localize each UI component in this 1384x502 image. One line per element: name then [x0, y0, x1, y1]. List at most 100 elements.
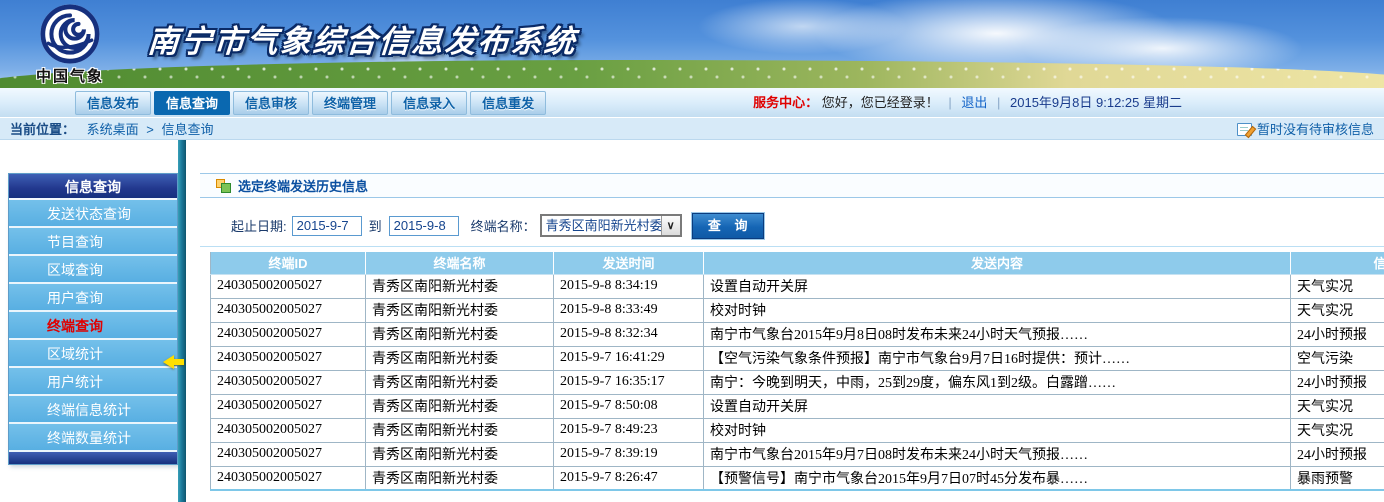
sidebar-item-区域统计[interactable]: 区域统计: [9, 340, 177, 368]
cell-发送时间: 2015-9-7 8:50:08: [554, 394, 704, 418]
table-header-row: 终端ID终端名称发送时间发送内容信息位: [211, 252, 1384, 274]
cell-终端名称: 青秀区南阳新光村委: [366, 322, 554, 346]
separator: |: [948, 95, 951, 110]
cell-发送时间: 2015-9-8 8:32:34: [554, 322, 704, 346]
cell-信息位: 天气实况: [1291, 274, 1384, 298]
tab-终端管理[interactable]: 终端管理: [312, 91, 388, 115]
cell-终端名称: 青秀区南阳新光村委: [366, 466, 554, 490]
tab-信息查询[interactable]: 信息查询: [154, 91, 230, 115]
cell-发送内容: 校对时钟: [704, 298, 1291, 322]
cell-信息位: 天气实况: [1291, 298, 1384, 322]
cell-信息位: 天气实况: [1291, 394, 1384, 418]
note-pencil-icon: [1237, 123, 1252, 136]
sidebar-item-用户查询[interactable]: 用户查询: [9, 284, 177, 312]
filter-row: 起止日期: 到 终端名称： 青秀区南阳新光村委 ∨ 查 询: [200, 205, 1384, 247]
breadcrumb-label: 当前位置：: [10, 122, 75, 137]
cell-信息位: 空气污染: [1291, 346, 1384, 370]
table-row[interactable]: 240305002005027青秀区南阳新光村委2015-9-7 8:49:23…: [211, 418, 1384, 442]
cell-信息位: 暴雨预警: [1291, 466, 1384, 490]
cascade-windows-icon: [216, 179, 231, 193]
table-row[interactable]: 240305002005027青秀区南阳新光村委2015-9-8 8:34:19…: [211, 274, 1384, 298]
cell-发送内容: 设置自动开关屏: [704, 394, 1291, 418]
cell-发送内容: 设置自动开关屏: [704, 274, 1291, 298]
cell-终端ID: 240305002005027: [211, 298, 366, 322]
sidebar-item-节目查询[interactable]: 节目查询: [9, 228, 177, 256]
column-header-终端ID: 终端ID: [211, 252, 366, 274]
icon-front-square: [221, 183, 231, 193]
terminal-select[interactable]: 青秀区南阳新光村委 ∨: [540, 214, 682, 237]
table-row[interactable]: 240305002005027青秀区南阳新光村委2015-9-8 8:33:49…: [211, 298, 1384, 322]
pending-review-notice: 暂时没有待审核信息: [1237, 118, 1374, 140]
table-row[interactable]: 240305002005027青秀区南阳新光村委2015-9-7 8:26:47…: [211, 466, 1384, 490]
cell-发送时间: 2015-9-8 8:33:49: [554, 298, 704, 322]
to-label: 到: [369, 216, 382, 235]
grass-field-image: [0, 60, 1384, 88]
table-row[interactable]: 240305002005027青秀区南阳新光村委2015-9-7 8:39:19…: [211, 442, 1384, 466]
panel-header: 选定终端发送历史信息: [200, 173, 1384, 198]
cell-终端名称: 青秀区南阳新光村委: [366, 370, 554, 394]
cell-发送内容: 【预警信号】南宁市气象台2015年9月7日07时45分发布暴……: [704, 466, 1291, 490]
cell-信息位: 24小时预报: [1291, 442, 1384, 466]
current-datetime: 2015年9月8日 9:12:25 星期二: [1010, 95, 1182, 110]
chevron-down-icon[interactable]: ∨: [661, 216, 680, 235]
cell-发送时间: 2015-9-7 16:41:29: [554, 346, 704, 370]
cell-终端ID: 240305002005027: [211, 346, 366, 370]
terminal-select-value: 青秀区南阳新光村委: [542, 216, 661, 235]
cell-发送内容: 校对时钟: [704, 418, 1291, 442]
column-header-终端名称: 终端名称: [366, 252, 554, 274]
breadcrumb-root[interactable]: 系统桌面: [87, 122, 139, 137]
cell-信息位: 天气实况: [1291, 418, 1384, 442]
cell-发送时间: 2015-9-8 8:34:19: [554, 274, 704, 298]
cell-终端ID: 240305002005027: [211, 418, 366, 442]
cell-终端ID: 240305002005027: [211, 322, 366, 346]
sidebar-item-用户统计[interactable]: 用户统计: [9, 368, 177, 396]
terminal-name-label: 终端名称：: [471, 216, 536, 235]
tab-信息发布[interactable]: 信息发布: [75, 91, 151, 115]
page: 中国气象 南宁市气象综合信息发布系统 信息发布信息查询信息审核终端管理信息录入信…: [0, 0, 1384, 502]
collapse-arrow-icon[interactable]: [163, 355, 184, 369]
table-row[interactable]: 240305002005027青秀区南阳新光村委2015-9-8 8:32:34…: [211, 322, 1384, 346]
sidebar-item-终端数量统计[interactable]: 终端数量统计: [9, 424, 177, 452]
cell-终端名称: 青秀区南阳新光村委: [366, 418, 554, 442]
service-center-label: 服务中心：: [753, 95, 818, 110]
cell-信息位: 24小时预报: [1291, 370, 1384, 394]
sidebar-item-终端信息统计[interactable]: 终端信息统计: [9, 396, 177, 424]
tab-信息录入[interactable]: 信息录入: [391, 91, 467, 115]
cell-终端名称: 青秀区南阳新光村委: [366, 394, 554, 418]
sidebar-menu: 信息查询 发送状态查询节目查询区域查询用户查询终端查询区域统计用户统计终端信息统…: [8, 173, 178, 465]
site-title: 南宁市气象综合信息发布系统: [146, 16, 578, 61]
cell-发送内容: 【空气污染气象条件预报】南宁市气象台9月7日16时提供：预计……: [704, 346, 1291, 370]
cell-终端名称: 青秀区南阳新光村委: [366, 274, 554, 298]
cell-发送内容: 南宁市气象台2015年9月7日08时发布未来24小时天气预报……: [704, 442, 1291, 466]
table-row[interactable]: 240305002005027青秀区南阳新光村委2015-9-7 8:50:08…: [211, 394, 1384, 418]
sidebar-title: 信息查询: [9, 174, 177, 200]
cell-终端ID: 240305002005027: [211, 274, 366, 298]
query-button[interactable]: 查 询: [692, 213, 764, 239]
sidebar-item-区域查询[interactable]: 区域查询: [9, 256, 177, 284]
cell-终端ID: 240305002005027: [211, 466, 366, 490]
sidebar-item-发送状态查询[interactable]: 发送状态查询: [9, 200, 177, 228]
tab-信息审核[interactable]: 信息审核: [233, 91, 309, 115]
nav-status-area: 服务中心： 您好，您已经登录！ | 退出 | 2015年9月8日 9:12:25…: [753, 88, 1182, 117]
cell-发送时间: 2015-9-7 8:39:19: [554, 442, 704, 466]
table-row[interactable]: 240305002005027青秀区南阳新光村委2015-9-7 16:35:1…: [211, 370, 1384, 394]
history-table: 终端ID终端名称发送时间发送内容信息位 240305002005027青秀区南阳…: [210, 252, 1384, 491]
cell-发送时间: 2015-9-7 16:35:17: [554, 370, 704, 394]
cell-信息位: 24小时预报: [1291, 322, 1384, 346]
date-from-input[interactable]: [292, 216, 362, 236]
cell-终端ID: 240305002005027: [211, 394, 366, 418]
cma-logo-icon: [24, 3, 116, 65]
cell-发送时间: 2015-9-7 8:26:47: [554, 466, 704, 490]
breadcrumb-separator: >: [146, 122, 154, 137]
panel-divider: [178, 140, 186, 502]
logo-caption: 中国气象: [24, 65, 116, 86]
table-row[interactable]: 240305002005027青秀区南阳新光村委2015-9-7 16:41:2…: [211, 346, 1384, 370]
header-banner: 中国气象 南宁市气象综合信息发布系统: [0, 0, 1384, 88]
logout-link[interactable]: 退出: [961, 95, 987, 110]
cell-发送内容: 南宁市气象台2015年9月8日08时发布未来24小时天气预报……: [704, 322, 1291, 346]
sidebar-item-终端查询[interactable]: 终端查询: [9, 312, 177, 340]
cell-终端ID: 240305002005027: [211, 370, 366, 394]
date-to-input[interactable]: [389, 216, 459, 236]
sidebar-items: 发送状态查询节目查询区域查询用户查询终端查询区域统计用户统计终端信息统计终端数量…: [9, 200, 177, 452]
tab-信息重发[interactable]: 信息重发: [470, 91, 546, 115]
